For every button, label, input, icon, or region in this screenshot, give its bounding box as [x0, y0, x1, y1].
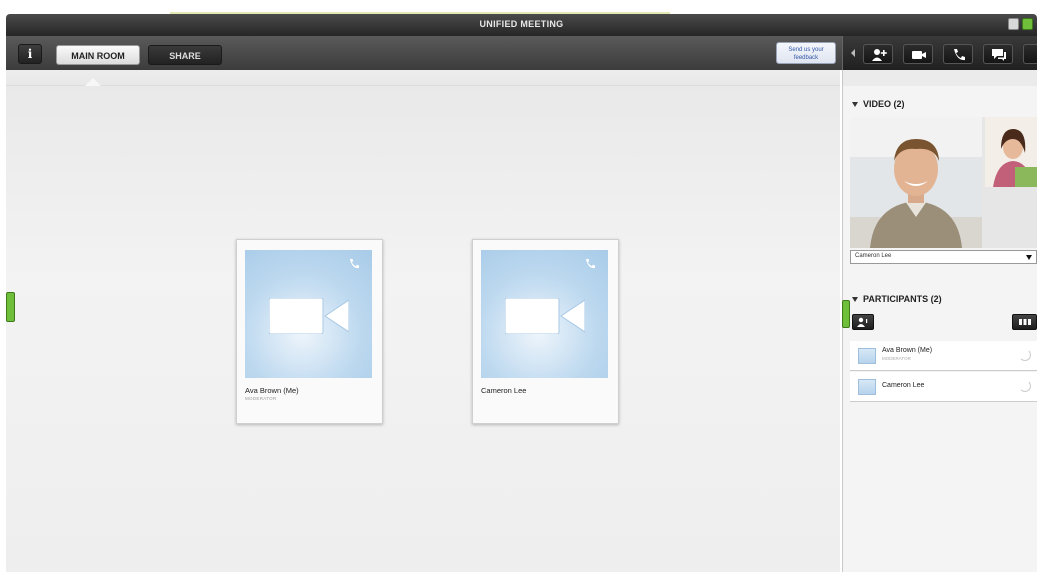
collapse-triangle-icon [852, 102, 858, 108]
video-camera-icon [269, 298, 349, 334]
back-icon[interactable] [851, 49, 855, 57]
video-placeholder [481, 250, 608, 378]
video-feed-selected: Cameron Lee [855, 253, 892, 259]
secondary-video-person-image [985, 117, 1037, 187]
phone-button[interactable] [943, 44, 973, 64]
side-panel-header [842, 70, 1037, 86]
right-toolbar [842, 36, 1037, 70]
video-button[interactable] [903, 44, 933, 64]
video-feed-select[interactable]: Cameron Lee [850, 250, 1037, 264]
feedback-label: Send us your feedback [788, 47, 824, 61]
person-icon [857, 317, 868, 327]
video-feed [850, 117, 1037, 248]
video-placeholder [245, 250, 372, 378]
window-controls [1008, 18, 1033, 30]
participant-list-item[interactable]: Cameron Lee [850, 372, 1037, 402]
grid-icon [1018, 319, 1031, 325]
participants-options-button[interactable] [1012, 314, 1037, 330]
connection-status-icon [1019, 349, 1031, 361]
panel-resize-handle[interactable] [842, 300, 850, 328]
stage-header [6, 70, 840, 86]
phone-icon [954, 49, 965, 61]
participant-name: Ava Brown (Me) [245, 386, 299, 395]
video-camera-icon [505, 298, 585, 334]
video-section-header[interactable]: VIDEO (2) [852, 99, 905, 109]
participant-tile[interactable]: Ava Brown (Me) MODERATOR [236, 239, 383, 424]
participant-tile[interactable]: Cameron Lee [472, 239, 619, 424]
participant-role: MODERATOR [245, 396, 277, 401]
chat-button[interactable] [983, 44, 1013, 64]
tab-main-room[interactable]: MAIN ROOM [56, 45, 140, 65]
main-video-person-image [850, 117, 982, 248]
window-title: UNIFIED MEETING [479, 19, 564, 29]
info-button[interactable]: i [18, 44, 42, 64]
video-camera-icon [912, 51, 926, 59]
participant-list-role: MODERATOR [882, 356, 911, 361]
connection-status-icon [1019, 380, 1031, 392]
main-stage [6, 86, 840, 572]
feedback-button[interactable]: Send us your feedback [776, 42, 836, 64]
phone-icon [350, 259, 359, 269]
participant-list-name: Cameron Lee [882, 382, 925, 389]
tab-share[interactable]: SHARE [148, 45, 222, 65]
participants-section-header[interactable]: PARTICIPANTS (2) [852, 294, 942, 304]
participants-section-title: PARTICIPANTS (2) [863, 294, 942, 304]
video-section-title: VIDEO (2) [863, 99, 905, 109]
more-button[interactable] [1023, 44, 1037, 64]
avatar [858, 348, 876, 364]
minimize-button[interactable] [1008, 18, 1019, 30]
participant-list-name: Ava Brown (Me) [882, 347, 933, 354]
dropdown-arrow-icon [1026, 255, 1032, 260]
participant-name: Cameron Lee [481, 386, 527, 395]
stage-resize-handle[interactable] [6, 292, 15, 322]
add-participant-button[interactable] [863, 44, 893, 64]
phone-icon [586, 259, 595, 269]
title-bar: UNIFIED MEETING [6, 14, 1037, 36]
collapse-triangle-icon [852, 297, 858, 303]
participant-list-item[interactable]: Ava Brown (Me) MODERATOR [850, 341, 1037, 371]
chat-icon [992, 49, 1006, 61]
maximize-button[interactable] [1022, 18, 1033, 30]
participants-view-button[interactable] [852, 314, 874, 330]
avatar [858, 379, 876, 395]
add-participant-icon [872, 49, 887, 61]
